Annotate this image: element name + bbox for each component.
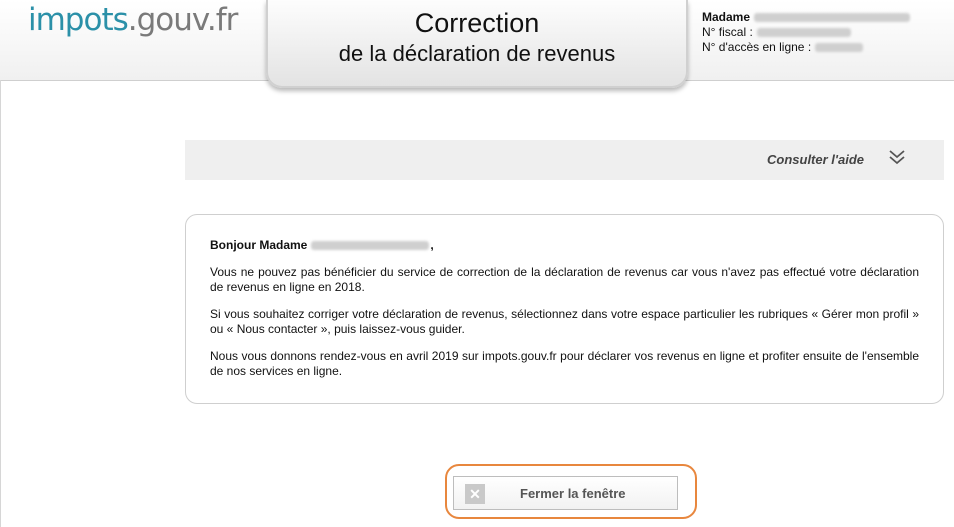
message-panel: Bonjour Madame, Vous ne pouvez pas bénéf…: [185, 214, 944, 404]
help-bar[interactable]: Consulter l'aide: [185, 140, 944, 180]
redacted-fiscal-number: [756, 28, 851, 38]
redacted-name: [754, 13, 911, 23]
message-paragraph-3: Nous vous donnons rendez-vous en avril 2…: [210, 349, 919, 378]
page-title-box: Correction de la déclaration de revenus: [266, 0, 688, 88]
greeting-suffix: ,: [430, 238, 434, 252]
close-icon: ✕: [465, 484, 485, 504]
redacted-access-number: [815, 43, 864, 53]
greeting-text: Bonjour Madame: [210, 238, 308, 252]
help-link[interactable]: Consulter l'aide: [767, 152, 864, 167]
left-divider: [0, 80, 1, 527]
close-window-label: Fermer la fenêtre: [520, 486, 626, 501]
user-name-label: Madame: [702, 10, 751, 24]
message-paragraph-2: Si vous souhaitez corriger votre déclara…: [210, 307, 919, 336]
redacted-greeting-name: [311, 241, 430, 251]
site-logo[interactable]: impots.gouv.fr: [28, 2, 239, 38]
fiscal-number-label: N° fiscal :: [702, 25, 753, 39]
logo-text-domain: .gouv.fr: [127, 2, 239, 38]
access-number-label: N° d'accès en ligne :: [702, 40, 812, 54]
logo-text-impots: impots: [28, 2, 129, 38]
page-subtitle: de la déclaration de revenus: [338, 41, 616, 66]
close-window-button[interactable]: ✕ Fermer la fenêtre: [453, 476, 678, 510]
message-paragraph-1: Vous ne pouvez pas bénéficier du service…: [210, 265, 919, 294]
chevron-double-down-icon[interactable]: [888, 149, 906, 167]
user-info: Madame N° fiscal : N° d'accès en ligne :: [702, 10, 911, 55]
page-title: Correction: [414, 8, 540, 38]
